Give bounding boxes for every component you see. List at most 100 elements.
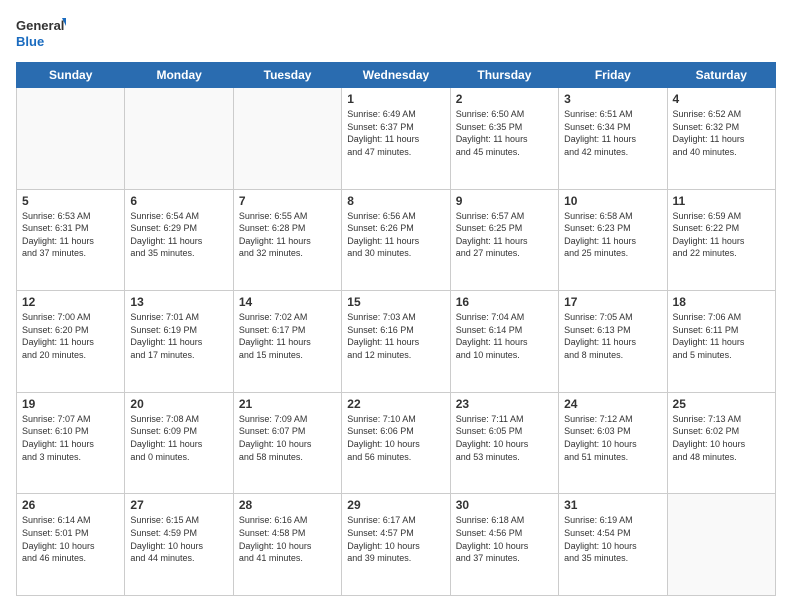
day-number: 2: [456, 92, 553, 106]
day-info: Sunrise: 7:03 AM Sunset: 6:16 PM Dayligh…: [347, 311, 444, 361]
day-number: 21: [239, 397, 336, 411]
day-info: Sunrise: 6:17 AM Sunset: 4:57 PM Dayligh…: [347, 514, 444, 564]
calendar-cell: 21 Sunrise: 7:09 AM Sunset: 6:07 PM Dayli…: [233, 392, 341, 494]
day-header-saturday: Saturday: [667, 63, 775, 88]
calendar-cell: 10Sunrise: 6:58 AM Sunset: 6:23 PM Dayli…: [559, 189, 667, 291]
calendar-cell: 9 Sunrise: 6:57 AM Sunset: 6:25 PM Daylig…: [450, 189, 558, 291]
calendar-week-1: 5 Sunrise: 6:53 AM Sunset: 6:31 PM Daylig…: [17, 189, 776, 291]
calendar-cell: 1 Sunrise: 6:49 AM Sunset: 6:37 PM Daylig…: [342, 88, 450, 190]
day-header-tuesday: Tuesday: [233, 63, 341, 88]
calendar-cell: 13 Sunrise: 7:01 AM Sunset: 6:19 PM Dayli…: [125, 291, 233, 393]
calendar-cell: 7 Sunrise: 6:55 AM Sunset: 6:28 PM Daylig…: [233, 189, 341, 291]
day-info: Sunrise: 6:57 AM Sunset: 6:25 PM Dayligh…: [456, 210, 553, 260]
day-info: Sunrise: 6:18 AM Sunset: 4:56 PM Dayligh…: [456, 514, 553, 564]
day-number: 29: [347, 498, 444, 512]
day-info: Sunrise: 7:05 AM Sunset: 6:13 PM Dayligh…: [564, 311, 661, 361]
calendar-cell: 30 Sunrise: 6:18 AM Sunset: 4:56 PM Dayli…: [450, 494, 558, 596]
day-header-monday: Monday: [125, 63, 233, 88]
calendar-cell: 11 Sunrise: 6:59 AM Sunset: 6:22 PM Dayli…: [667, 189, 775, 291]
logo-svg: General Blue: [16, 16, 66, 52]
day-info: Sunrise: 7:07 AM Sunset: 6:10 PM Dayligh…: [22, 413, 119, 463]
day-number: 9: [456, 194, 553, 208]
day-number: 27: [130, 498, 227, 512]
day-number: 13: [130, 295, 227, 309]
calendar-cell: 14 Sunrise: 7:02 AM Sunset: 6:17 PM Dayli…: [233, 291, 341, 393]
day-number: 3: [564, 92, 661, 106]
calendar-week-2: 12Sunrise: 7:00 AM Sunset: 6:20 PM Dayli…: [17, 291, 776, 393]
day-number: 6: [130, 194, 227, 208]
day-number: 31: [564, 498, 661, 512]
day-header-wednesday: Wednesday: [342, 63, 450, 88]
calendar-cell: 22 Sunrise: 7:10 AM Sunset: 6:06 PM Dayli…: [342, 392, 450, 494]
day-info: Sunrise: 7:11 AM Sunset: 6:05 PM Dayligh…: [456, 413, 553, 463]
calendar-cell: 23Sunrise: 7:11 AM Sunset: 6:05 PM Dayli…: [450, 392, 558, 494]
calendar-cell: 27Sunrise: 6:15 AM Sunset: 4:59 PM Dayli…: [125, 494, 233, 596]
day-info: Sunrise: 6:59 AM Sunset: 6:22 PM Dayligh…: [673, 210, 770, 260]
day-info: Sunrise: 6:58 AM Sunset: 6:23 PM Dayligh…: [564, 210, 661, 260]
day-number: 12: [22, 295, 119, 309]
calendar-cell: 20 Sunrise: 7:08 AM Sunset: 6:09 PM Dayli…: [125, 392, 233, 494]
day-info: Sunrise: 7:06 AM Sunset: 6:11 PM Dayligh…: [673, 311, 770, 361]
day-info: Sunrise: 7:09 AM Sunset: 6:07 PM Dayligh…: [239, 413, 336, 463]
day-header-thursday: Thursday: [450, 63, 558, 88]
day-info: Sunrise: 7:10 AM Sunset: 6:06 PM Dayligh…: [347, 413, 444, 463]
day-info: Sunrise: 6:49 AM Sunset: 6:37 PM Dayligh…: [347, 108, 444, 158]
day-info: Sunrise: 6:14 AM Sunset: 5:01 PM Dayligh…: [22, 514, 119, 564]
day-number: 14: [239, 295, 336, 309]
day-info: Sunrise: 6:50 AM Sunset: 6:35 PM Dayligh…: [456, 108, 553, 158]
day-number: 20: [130, 397, 227, 411]
calendar-cell: [17, 88, 125, 190]
day-info: Sunrise: 7:01 AM Sunset: 6:19 PM Dayligh…: [130, 311, 227, 361]
day-number: 24: [564, 397, 661, 411]
calendar-table: SundayMondayTuesdayWednesdayThursdayFrid…: [16, 62, 776, 596]
logo: General Blue: [16, 16, 66, 52]
day-info: Sunrise: 7:08 AM Sunset: 6:09 PM Dayligh…: [130, 413, 227, 463]
day-info: Sunrise: 6:16 AM Sunset: 4:58 PM Dayligh…: [239, 514, 336, 564]
day-info: Sunrise: 6:51 AM Sunset: 6:34 PM Dayligh…: [564, 108, 661, 158]
calendar-cell: 25Sunrise: 7:13 AM Sunset: 6:02 PM Dayli…: [667, 392, 775, 494]
day-number: 11: [673, 194, 770, 208]
calendar-cell: 24 Sunrise: 7:12 AM Sunset: 6:03 PM Dayli…: [559, 392, 667, 494]
calendar-cell: [667, 494, 775, 596]
calendar-cell: 2 Sunrise: 6:50 AM Sunset: 6:35 PM Daylig…: [450, 88, 558, 190]
day-number: 26: [22, 498, 119, 512]
day-info: Sunrise: 7:02 AM Sunset: 6:17 PM Dayligh…: [239, 311, 336, 361]
day-info: Sunrise: 6:19 AM Sunset: 4:54 PM Dayligh…: [564, 514, 661, 564]
day-info: Sunrise: 6:55 AM Sunset: 6:28 PM Dayligh…: [239, 210, 336, 260]
calendar-cell: 8Sunrise: 6:56 AM Sunset: 6:26 PM Daylig…: [342, 189, 450, 291]
day-info: Sunrise: 7:04 AM Sunset: 6:14 PM Dayligh…: [456, 311, 553, 361]
calendar-cell: 3 Sunrise: 6:51 AM Sunset: 6:34 PM Daylig…: [559, 88, 667, 190]
day-info: Sunrise: 6:52 AM Sunset: 6:32 PM Dayligh…: [673, 108, 770, 158]
day-number: 5: [22, 194, 119, 208]
calendar-cell: 19Sunrise: 7:07 AM Sunset: 6:10 PM Dayli…: [17, 392, 125, 494]
day-number: 28: [239, 498, 336, 512]
calendar-cell: 29 Sunrise: 6:17 AM Sunset: 4:57 PM Dayli…: [342, 494, 450, 596]
day-number: 22: [347, 397, 444, 411]
calendar-cell: 15Sunrise: 7:03 AM Sunset: 6:16 PM Dayli…: [342, 291, 450, 393]
day-number: 30: [456, 498, 553, 512]
day-info: Sunrise: 7:13 AM Sunset: 6:02 PM Dayligh…: [673, 413, 770, 463]
day-number: 7: [239, 194, 336, 208]
calendar-cell: [125, 88, 233, 190]
calendar-cell: 28 Sunrise: 6:16 AM Sunset: 4:58 PM Dayli…: [233, 494, 341, 596]
day-number: 1: [347, 92, 444, 106]
day-number: 17: [564, 295, 661, 309]
calendar-cell: [233, 88, 341, 190]
day-info: Sunrise: 6:53 AM Sunset: 6:31 PM Dayligh…: [22, 210, 119, 260]
calendar-cell: 31 Sunrise: 6:19 AM Sunset: 4:54 PM Dayli…: [559, 494, 667, 596]
calendar-week-0: 1 Sunrise: 6:49 AM Sunset: 6:37 PM Daylig…: [17, 88, 776, 190]
day-number: 4: [673, 92, 770, 106]
svg-text:Blue: Blue: [16, 34, 44, 49]
calendar-cell: 6 Sunrise: 6:54 AM Sunset: 6:29 PM Daylig…: [125, 189, 233, 291]
day-info: Sunrise: 6:54 AM Sunset: 6:29 PM Dayligh…: [130, 210, 227, 260]
calendar-cell: 18Sunrise: 7:06 AM Sunset: 6:11 PM Dayli…: [667, 291, 775, 393]
calendar-cell: 5 Sunrise: 6:53 AM Sunset: 6:31 PM Daylig…: [17, 189, 125, 291]
page: General Blue SundayMondayTuesdayWednesda…: [0, 0, 792, 612]
calendar-cell: 12Sunrise: 7:00 AM Sunset: 6:20 PM Dayli…: [17, 291, 125, 393]
calendar-cell: 17 Sunrise: 7:05 AM Sunset: 6:13 PM Dayli…: [559, 291, 667, 393]
day-header-friday: Friday: [559, 63, 667, 88]
day-number: 16: [456, 295, 553, 309]
day-info: Sunrise: 7:12 AM Sunset: 6:03 PM Dayligh…: [564, 413, 661, 463]
calendar-week-3: 19Sunrise: 7:07 AM Sunset: 6:10 PM Dayli…: [17, 392, 776, 494]
svg-text:General: General: [16, 18, 64, 33]
